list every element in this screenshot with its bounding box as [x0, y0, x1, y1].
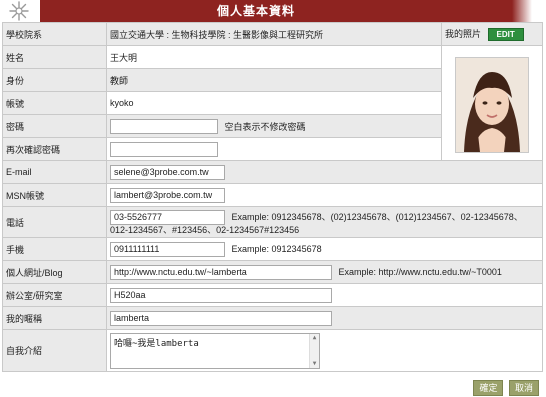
photo-label: 我的照片	[445, 28, 482, 39]
person-photo-icon	[456, 58, 528, 152]
website-cell: http://www.nctu.edu.tw/~lamberta Example…	[106, 260, 543, 284]
identity-value: 教師	[106, 68, 442, 92]
intro-label: 自我介紹	[2, 329, 107, 372]
profile-photo	[455, 57, 529, 153]
phone-input[interactable]: 03-5526777	[110, 209, 225, 225]
intro-textarea[interactable]: 哈囉~我是lamberta ▲ ▼	[110, 332, 320, 369]
intro-text: 哈囉~我是lamberta	[114, 338, 199, 349]
msn-label: MSN帳號	[2, 183, 107, 207]
profile-form: 學校院系 國立交通大學 : 生物科技學院 : 生醫影像與工程研究所 我的照片 E…	[2, 22, 543, 372]
phone-hint-1: Example: 0912345678、(02)12345678、(012)12…	[231, 212, 523, 222]
account-value: kyoko	[106, 91, 442, 115]
password-confirm-input[interactable]	[110, 141, 218, 157]
phone-label: 電話	[2, 206, 107, 238]
website-input[interactable]: http://www.nctu.edu.tw/~lamberta	[110, 264, 332, 280]
school-label: 學校院系	[2, 22, 107, 46]
nickname-cell: lamberta	[106, 306, 543, 330]
password-confirm-cell	[106, 137, 442, 161]
msn-input[interactable]: lambert@3probe.com.tw	[110, 187, 225, 203]
website-label: 個人網址/Blog	[2, 260, 107, 284]
password-confirm-label: 再次確認密碼	[2, 137, 107, 161]
edit-photo-button[interactable]: EDIT	[487, 28, 524, 42]
msn-cell: lambert@3probe.com.tw	[106, 183, 543, 207]
photo-cell	[441, 45, 543, 161]
school-value: 國立交通大學 : 生物科技學院 : 生醫影像與工程研究所	[106, 22, 442, 46]
nickname-input[interactable]: lamberta	[110, 310, 332, 326]
password-hint: 空白表示不修改密碼	[224, 121, 306, 132]
phone-cell: 03-5526777 Example: 0912345678、(02)12345…	[106, 206, 543, 238]
cancel-button[interactable]: 取消	[508, 380, 539, 396]
identity-label: 身份	[2, 68, 107, 92]
office-label: 辦公室/研究室	[2, 283, 107, 307]
email-label: E-mail	[2, 160, 107, 184]
name-label: 姓名	[2, 45, 107, 69]
mobile-hint: Example: 0912345678	[231, 244, 322, 254]
website-hint: Example: http://www.nctu.edu.tw/~T0001	[338, 267, 502, 277]
email-cell: selene@3probe.com.tw	[106, 160, 543, 184]
mobile-cell: 0911111111 Example: 0912345678	[106, 237, 543, 261]
scroll-down-icon[interactable]: ▼	[310, 360, 319, 368]
password-input[interactable]	[110, 118, 218, 134]
header-bar: 個人基本資料	[0, 0, 512, 22]
page-title: 個人基本資料	[216, 4, 295, 18]
form-actions: 確定 取消	[470, 380, 539, 396]
office-cell: H520aa	[106, 283, 543, 307]
scroll-up-icon[interactable]: ▲	[310, 334, 319, 342]
password-label: 密碼	[2, 114, 107, 138]
password-cell: 空白表示不修改密碼	[106, 114, 442, 138]
nickname-label: 我的暱稱	[2, 306, 107, 330]
mobile-label: 手機	[2, 237, 107, 261]
mobile-input[interactable]: 0911111111	[110, 241, 225, 257]
intro-scrollbar[interactable]: ▲ ▼	[309, 333, 319, 368]
photo-label-cell: 我的照片 EDIT	[441, 22, 543, 46]
office-input[interactable]: H520aa	[110, 287, 332, 303]
phone-hint-2: 012-1234567、#123456、02-1234567#123456	[110, 224, 300, 235]
confirm-button[interactable]: 確定	[473, 380, 504, 396]
email-input[interactable]: selene@3probe.com.tw	[110, 164, 225, 180]
account-label: 帳號	[2, 91, 107, 115]
name-value: 王大明	[106, 45, 442, 69]
intro-cell: 哈囉~我是lamberta ▲ ▼	[106, 329, 543, 372]
header-fade	[512, 0, 532, 22]
